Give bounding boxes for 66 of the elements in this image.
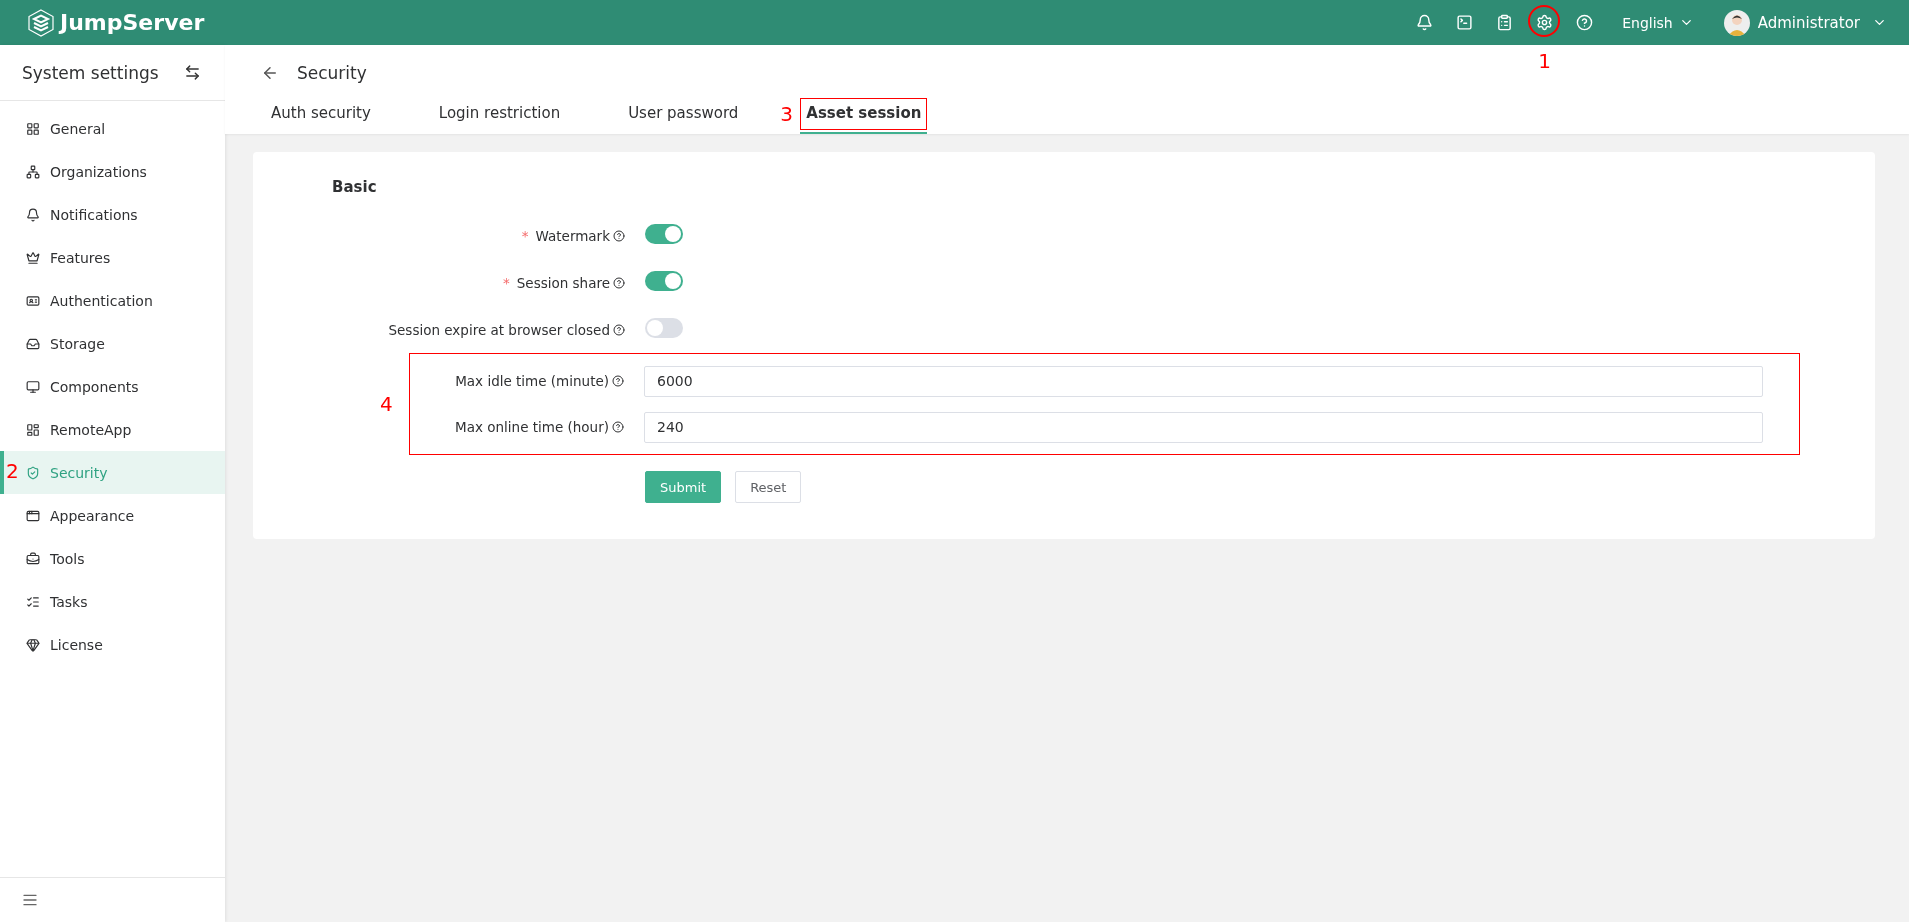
field-label: Max online time (hour) <box>455 419 609 435</box>
sidebar-item[interactable]: Features <box>0 236 225 279</box>
sidebar-item[interactable]: RemoteApp <box>0 408 225 451</box>
menu-icon <box>26 250 40 265</box>
field-label: Session expire at browser closed <box>388 321 610 338</box>
menu-icon <box>26 551 40 566</box>
menu-icon <box>26 465 40 480</box>
toggle-switch[interactable] <box>645 270 683 291</box>
field-label: Max idle time (minute) <box>455 373 609 389</box>
sidebar-item[interactable]: Notifications <box>0 193 225 236</box>
terminal-icon[interactable] <box>1454 12 1475 33</box>
sidebar-item[interactable]: General <box>0 107 225 150</box>
toggle-switch[interactable] <box>645 317 683 338</box>
user-menu[interactable]: Administrator <box>1757 13 1887 32</box>
menu-icon <box>26 422 40 437</box>
tab[interactable]: User password <box>622 100 745 134</box>
menu-icon <box>26 508 40 523</box>
sidebar-item[interactable]: Appearance <box>0 494 225 537</box>
help-icon[interactable] <box>1574 12 1595 33</box>
help-icon[interactable] <box>613 229 625 242</box>
sidebar-item[interactable]: Components <box>0 365 225 408</box>
sidebar-item[interactable]: Storage <box>0 322 225 365</box>
logo-text: JumpServer <box>60 10 205 35</box>
collapse-icon[interactable] <box>22 892 38 908</box>
tab[interactable]: Login restriction <box>432 100 567 134</box>
avatar-icon <box>1723 9 1750 36</box>
page-title: Security <box>297 62 367 83</box>
menu-icon <box>26 637 40 652</box>
swap-icon[interactable] <box>184 64 201 81</box>
toggle-switch[interactable] <box>645 223 683 244</box>
required-mark: * <box>521 227 529 244</box>
tab[interactable]: Auth security <box>265 100 377 134</box>
help-icon[interactable] <box>613 323 625 336</box>
help-icon[interactable] <box>612 375 624 387</box>
menu-icon <box>26 293 40 308</box>
annotation-number: 4 <box>380 394 393 414</box>
input-field[interactable]: 6000 <box>644 365 1763 397</box>
sidebar-item[interactable]: 2 Security <box>0 451 225 494</box>
bell-icon[interactable] <box>1414 12 1435 33</box>
section-title: Basic <box>331 178 378 196</box>
annotation-number: 2 <box>6 461 19 481</box>
language-dropdown[interactable]: English <box>1622 14 1694 31</box>
input-field[interactable]: 240 <box>644 411 1763 443</box>
sidebar-item[interactable]: Authentication <box>0 279 225 322</box>
annotation-number: 3 <box>780 104 794 124</box>
reset-button[interactable]: Reset <box>735 471 802 503</box>
help-icon[interactable] <box>612 421 624 433</box>
sidebar-item[interactable]: License <box>0 623 225 666</box>
menu-icon <box>26 207 40 222</box>
sidebar-item[interactable]: Tools <box>0 537 225 580</box>
annotation-number: 1 <box>1538 50 1551 71</box>
menu-icon <box>26 379 40 394</box>
menu-icon <box>26 121 40 136</box>
sidebar-item[interactable]: Organizations <box>0 150 225 193</box>
sidebar-item[interactable]: Tasks <box>0 580 225 623</box>
tab[interactable]: Asset session <box>800 100 928 134</box>
logo-icon <box>28 8 54 37</box>
field-label: Session share <box>516 274 610 291</box>
menu-icon <box>26 164 40 179</box>
annotation-circle <box>1528 4 1561 37</box>
field-label: Watermark <box>535 227 610 244</box>
required-mark: * <box>503 274 510 291</box>
help-icon[interactable] <box>613 276 625 289</box>
menu-icon <box>26 594 40 609</box>
sidebar-title: System settings <box>22 62 159 83</box>
menu-icon <box>26 336 40 351</box>
